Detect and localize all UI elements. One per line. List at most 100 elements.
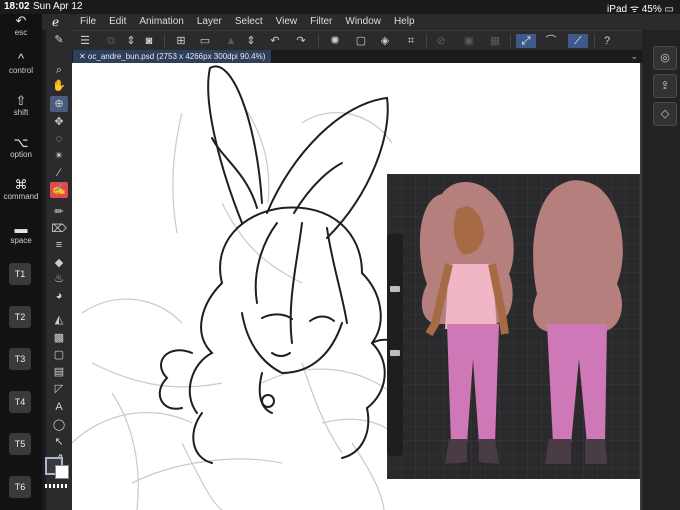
control-key-label: control	[8, 66, 33, 75]
hatching-icon[interactable]: ≡	[50, 237, 68, 253]
ruler-icon[interactable]: ◸	[50, 381, 68, 397]
menu-edit[interactable]: Edit	[109, 16, 126, 27]
pencil-icon[interactable]: ✏	[50, 204, 68, 220]
brush-icon[interactable]: ✍	[50, 182, 68, 198]
sub-color-swatch[interactable]	[55, 465, 69, 479]
redo-icon[interactable]: ↷	[294, 34, 308, 48]
shift-key-label: shift	[13, 108, 29, 117]
marker-icon[interactable]: ⌦	[50, 221, 68, 237]
reference-character-image	[387, 174, 640, 479]
zoom-select-icon[interactable]: ⊕	[50, 96, 68, 112]
slider-knob-upper[interactable]	[390, 286, 400, 292]
shape-icon[interactable]: ▢	[50, 347, 68, 363]
crop-icon[interactable]: ⌗	[404, 34, 418, 48]
option-icon: ⌥	[13, 135, 29, 150]
menu-animation[interactable]: Animation	[139, 16, 183, 27]
zoom-icon[interactable]: ⌕	[50, 62, 68, 78]
right-dock: ◎ ⇪ ◇	[642, 30, 680, 510]
status-date: Sun Apr 12	[33, 1, 83, 12]
ruler-snap-icon[interactable]: ⤢	[516, 34, 536, 48]
new-file-icon[interactable]: ⊞	[174, 34, 188, 48]
t5-button[interactable]: T5	[9, 433, 31, 455]
arrows-icon[interactable]: ⇕	[124, 34, 138, 48]
frame-icon[interactable]: ▤	[50, 364, 68, 380]
space-key-label: space	[10, 236, 32, 245]
loading-spinner-icon[interactable]: ✺	[328, 34, 342, 48]
command-bar: ☰ ⧉ ⇕ ◙ ⊞ ▭ ▲ ⇕ ↶ ↷ ✺ ▢ ◈ ⌗ ⊘ ▣ ▦ ⤢ ⌒ ⟋ …	[72, 30, 642, 51]
text-icon[interactable]: A	[50, 399, 68, 415]
eyedropper-icon[interactable]: ⁄	[50, 165, 68, 181]
t4-button[interactable]: T4	[9, 391, 31, 413]
navigator-icon[interactable]: ◎	[653, 46, 677, 70]
slider-knob-lower[interactable]	[390, 350, 400, 356]
menu-bar: ℯ File Edit Animation Layer Select View …	[42, 14, 680, 30]
menu-filter[interactable]: Filter	[310, 16, 332, 27]
menu-help[interactable]: Help	[394, 16, 415, 27]
blend-icon[interactable]: ♨	[50, 271, 68, 287]
correct-line-icon[interactable]: ↖	[50, 434, 68, 450]
menu-select[interactable]: Select	[235, 16, 263, 27]
selection-icon[interactable]: ▣	[462, 34, 476, 48]
chevron-down-icon[interactable]: ⌄	[630, 51, 638, 62]
tool-palette: ✎ ⌕ ✋ ⊕ ✥ ◌ ✴ ⁄ ✍ ✏ ⌦ ≡ ◆ ♨ ◕ ◭ ▩ ▢ ▤ ◸ …	[46, 30, 72, 510]
transform-icon[interactable]: ⧉	[104, 34, 118, 48]
reference-image-window[interactable]	[387, 174, 640, 479]
document-tab-bar: ✕ oc_andre_bun.psd (2753 x 4266px 300dpi…	[72, 50, 642, 63]
space-bar-icon: ▬	[14, 221, 28, 236]
menu-file[interactable]: File	[80, 16, 96, 27]
save-icon[interactable]: ▲	[224, 34, 238, 48]
hand-icon[interactable]: ✋	[50, 78, 68, 94]
reference-zoom-slider[interactable]	[387, 234, 403, 456]
control-key[interactable]: ^ control	[2, 51, 40, 76]
transparent-color-swatch[interactable]	[45, 484, 67, 488]
menu-window[interactable]: Window	[345, 16, 381, 27]
lasso-icon[interactable]: ◌	[50, 131, 68, 147]
deselect-icon[interactable]: ⊘	[434, 34, 448, 48]
layers-icon[interactable]: ◇	[653, 102, 677, 126]
space-key[interactable]: ▬ space	[2, 221, 40, 246]
menu-view[interactable]: View	[276, 16, 298, 27]
move-icon[interactable]: ✥	[50, 114, 68, 130]
perspective-snap-icon[interactable]: ⟋	[568, 34, 588, 48]
magic-wand-icon[interactable]: ✴	[50, 148, 68, 164]
clear-icon[interactable]: ▢	[354, 34, 368, 48]
t2-button[interactable]: T2	[9, 306, 31, 328]
eraser-icon[interactable]: ◆	[50, 255, 68, 271]
command-key-label: command	[3, 192, 39, 201]
help-icon[interactable]: ?	[600, 34, 614, 48]
status-battery: iPad ᯤ 45% ▭	[607, 4, 674, 15]
material-icon[interactable]: ⇪	[653, 74, 677, 98]
menu-icon[interactable]: ☰	[78, 34, 92, 48]
menu-layer[interactable]: Layer	[197, 16, 222, 27]
grid-icon[interactable]: ▦	[488, 34, 502, 48]
modifier-key-panel: ↶ esc ^ control ⇧ shift ⌥ option ⌘ command ▬ s…	[0, 14, 42, 510]
fill-bucket-icon[interactable]: ◭	[50, 312, 68, 328]
undo-icon[interactable]: ↶	[268, 34, 282, 48]
status-time: 18:02	[4, 1, 30, 12]
shift-arrow-icon: ⇧	[15, 93, 27, 108]
liquify-icon[interactable]: ◕	[50, 288, 68, 304]
pen-small-icon[interactable]: ✎	[50, 32, 68, 48]
undo-icon: ↶	[15, 13, 27, 28]
gradient-icon[interactable]: ▩	[50, 330, 68, 346]
command-key[interactable]: ⌘ command	[2, 177, 40, 202]
status-bar: 18:02 Sun Apr 12 iPad ᯤ 45% ▭	[0, 0, 680, 15]
option-key[interactable]: ⌥ option	[2, 135, 40, 160]
app-logo-icon[interactable]: ℯ	[52, 15, 59, 29]
document-tab[interactable]: ✕ oc_andre_bun.psd (2753 x 4266px 300dpi…	[73, 50, 272, 63]
t6-button[interactable]: T6	[9, 476, 31, 498]
fill-icon[interactable]: ◈	[378, 34, 392, 48]
speech-balloon-icon[interactable]: ◯	[50, 417, 68, 433]
t3-button[interactable]: T3	[9, 348, 31, 370]
t1-button[interactable]: T1	[9, 263, 31, 285]
caret-icon: ^	[17, 51, 25, 66]
shift-key[interactable]: ⇧ shift	[2, 93, 40, 118]
open-folder-icon[interactable]: ▭	[198, 34, 212, 48]
esc-key[interactable]: ↶ esc	[2, 13, 40, 38]
option-key-label: option	[10, 150, 32, 159]
preview-icon[interactable]: ◙	[142, 34, 156, 48]
curve-snap-icon[interactable]: ⌒	[544, 34, 558, 48]
command-icon: ⌘	[14, 177, 28, 192]
esc-key-label: esc	[14, 28, 28, 37]
scroll-arrows-icon[interactable]: ⇕	[244, 34, 258, 48]
